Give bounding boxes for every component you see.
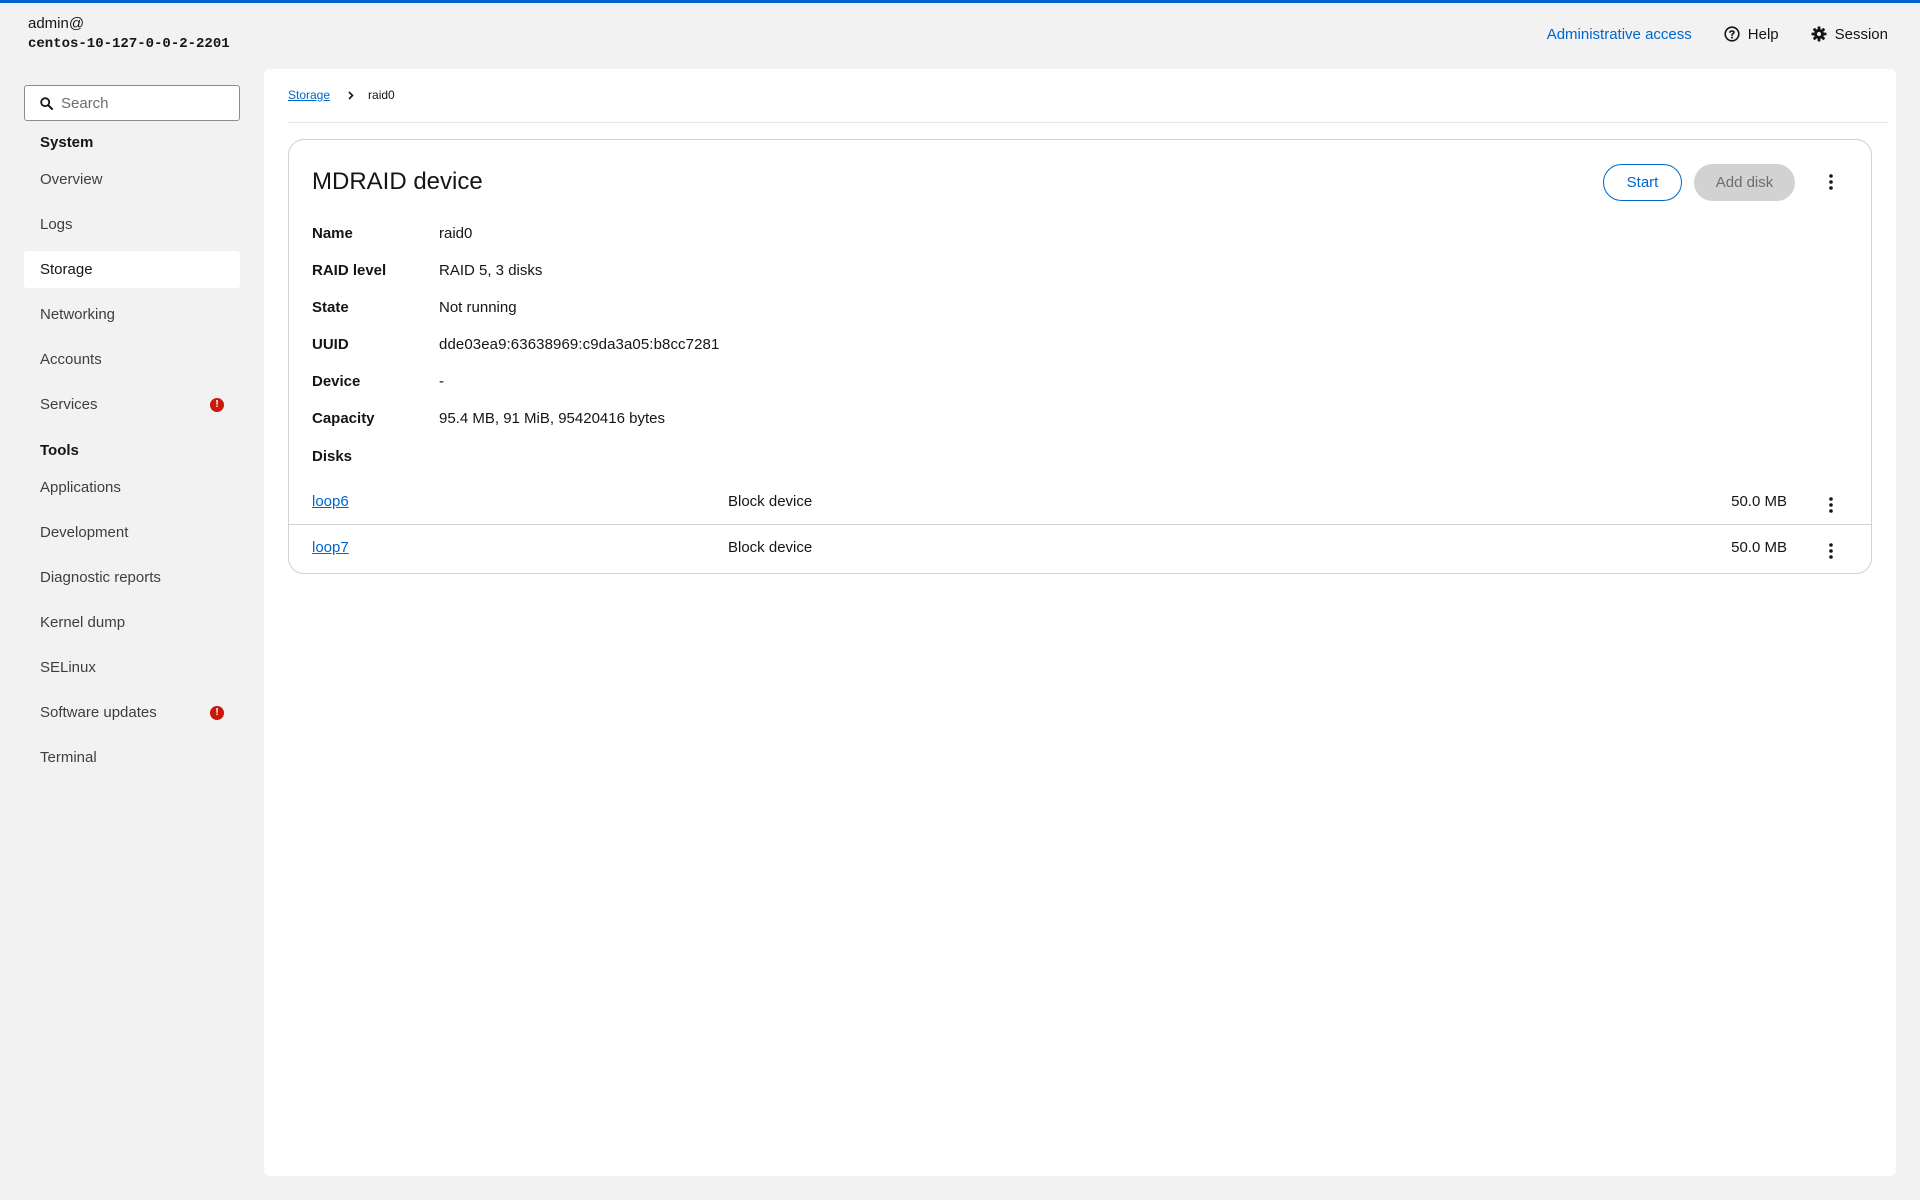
property-label: RAID level [312, 262, 387, 279]
sidebar-item-kernel-dump[interactable]: Kernel dump [24, 604, 240, 641]
disk-type: Block device [728, 539, 813, 556]
sidebar-item-terminal[interactable]: Terminal [24, 739, 240, 776]
breadcrumb-storage-link[interactable]: Storage [288, 88, 330, 102]
chevron-right-icon [348, 90, 354, 100]
disk-actions-kebab-icon[interactable] [1819, 493, 1843, 517]
sidebar-item-label: Applications [40, 479, 121, 496]
sidebar-item-overview[interactable]: Overview [24, 161, 240, 198]
sidebar-item-label: Storage [40, 261, 93, 278]
breadcrumb: Storage raid0 [288, 88, 395, 102]
sidebar-item-software-updates[interactable]: Software updates ! [24, 694, 240, 731]
property-label: State [312, 299, 349, 316]
main-panel: Storage raid0 MDRAID device Start Add di… [264, 69, 1896, 1176]
property-value: 95.4 MB, 91 MiB, 95420416 bytes [439, 410, 665, 427]
alert-badge-icon: ! [210, 706, 224, 720]
sidebar-item-applications[interactable]: Applications [24, 469, 240, 506]
property-label: UUID [312, 336, 349, 353]
help-button[interactable]: Help [1724, 26, 1779, 43]
user-name: admin@ [28, 15, 85, 32]
sidebar-item-development[interactable]: Development [24, 514, 240, 551]
property-value: RAID 5, 3 disks [439, 262, 543, 279]
breadcrumb-current: raid0 [368, 88, 395, 102]
sidebar: System Overview Logs Storage Networking … [24, 85, 240, 784]
search-box[interactable] [24, 85, 240, 121]
property-row-raid-level: RAID level RAID 5, 3 disks [312, 252, 719, 289]
host-identity[interactable]: admin@ centos-10-127-0-0-2-2201 [28, 14, 230, 54]
property-label: Capacity [312, 410, 375, 427]
sidebar-item-diagnostic-reports[interactable]: Diagnostic reports [24, 559, 240, 596]
search-input[interactable] [61, 94, 221, 112]
breadcrumb-divider [288, 122, 1888, 123]
disk-link[interactable]: loop7 [312, 539, 349, 556]
property-value: - [439, 373, 444, 390]
property-value: dde03ea9:63638969:c9da3a05:b8cc7281 [439, 336, 720, 353]
host-name: centos-10-127-0-0-2-2201 [28, 36, 230, 52]
start-button[interactable]: Start [1603, 164, 1682, 201]
sidebar-item-label: Networking [40, 306, 116, 323]
sidebar-item-networking[interactable]: Networking [24, 296, 240, 333]
mdraid-device-card: MDRAID device Start Add disk Name raid0 … [288, 139, 1872, 574]
sidebar-item-label: Kernel dump [40, 614, 126, 631]
property-label: Device [312, 373, 361, 390]
table-row: loop6 Block device 50.0 MB [289, 480, 1871, 525]
property-row-device: Device - [312, 363, 719, 400]
sidebar-item-label: Logs [40, 216, 73, 233]
property-label: Name [312, 225, 353, 242]
sidebar-item-storage[interactable]: Storage [24, 251, 240, 288]
sidebar-item-services[interactable]: Services ! [24, 386, 240, 423]
sidebar-item-accounts[interactable]: Accounts [24, 341, 240, 378]
device-actions-kebab-icon[interactable] [1819, 170, 1843, 194]
gear-icon [1811, 26, 1827, 42]
device-properties: Name raid0 RAID level RAID 5, 3 disks St… [312, 215, 719, 437]
help-icon [1724, 26, 1740, 42]
session-button[interactable]: Session [1811, 26, 1888, 43]
property-value: Not running [439, 299, 517, 316]
sidebar-section-system: System [40, 134, 94, 151]
sidebar-item-label: SELinux [40, 659, 96, 676]
sidebar-item-selinux[interactable]: SELinux [24, 649, 240, 686]
top-nav: Administrative access Help Session [1547, 22, 1888, 46]
sidebar-item-label: Development [40, 524, 129, 541]
system-nav-list: Overview Logs Storage Networking Account… [24, 161, 240, 423]
property-value: raid0 [439, 225, 473, 242]
sidebar-item-label: Accounts [40, 351, 102, 368]
property-row-name: Name raid0 [312, 215, 719, 252]
card-title: MDRAID device [312, 168, 483, 195]
disks-heading: Disks [312, 448, 353, 465]
disk-size: 50.0 MB [1731, 493, 1787, 510]
sidebar-item-logs[interactable]: Logs [24, 206, 240, 243]
disk-type: Block device [728, 493, 813, 510]
alert-badge-icon: ! [210, 398, 224, 412]
disk-size: 50.0 MB [1731, 539, 1787, 556]
sidebar-item-label: Terminal [40, 749, 97, 766]
search-icon [40, 97, 53, 110]
sidebar-item-label: Services [40, 396, 98, 413]
add-disk-button[interactable]: Add disk [1694, 164, 1795, 201]
session-label: Session [1834, 25, 1888, 43]
sidebar-section-tools: Tools [40, 442, 79, 459]
property-row-uuid: UUID dde03ea9:63638969:c9da3a05:b8cc7281 [312, 326, 719, 363]
administrative-access-link[interactable]: Administrative access [1547, 26, 1692, 43]
sidebar-item-label: Software updates [40, 704, 157, 721]
property-row-state: State Not running [312, 289, 719, 326]
disk-actions-kebab-icon[interactable] [1819, 539, 1843, 563]
tools-nav-list: Applications Development Diagnostic repo… [24, 469, 240, 776]
property-row-capacity: Capacity 95.4 MB, 91 MiB, 95420416 bytes [312, 400, 719, 437]
help-label: Help [1747, 25, 1779, 43]
table-row: loop7 Block device 50.0 MB [289, 526, 1871, 571]
disk-link[interactable]: loop6 [312, 493, 349, 510]
top-accent-bar [0, 0, 1920, 3]
sidebar-item-label: Overview [40, 171, 103, 188]
sidebar-item-label: Diagnostic reports [40, 569, 161, 586]
